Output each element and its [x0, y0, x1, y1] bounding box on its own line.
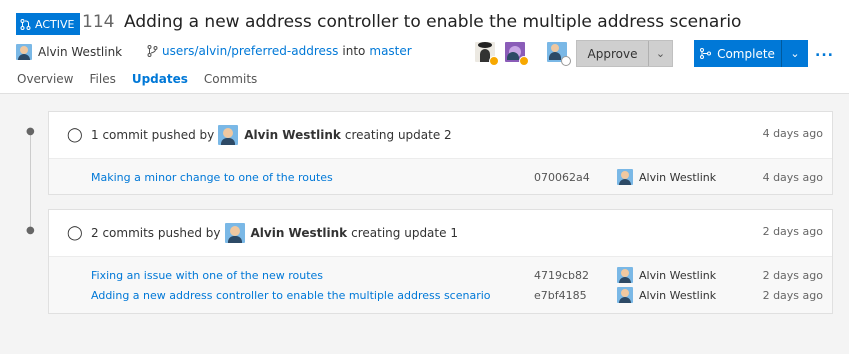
pr-number: 114 — [82, 12, 115, 32]
commit-author: Alvin Westlink — [617, 169, 716, 185]
author-name: Alvin Westlink — [38, 45, 123, 59]
update-summary-prefix: 2 commits pushed by — [91, 226, 221, 240]
commit-author-name: Alvin Westlink — [639, 170, 717, 184]
update-header: ◯ 2 commits pushed by Alvin Westlink cre… — [49, 210, 832, 256]
reviewer-2[interactable] — [505, 42, 529, 66]
update-summary-suffix: creating update 2 — [344, 128, 452, 142]
tab-commits[interactable]: Commits — [204, 72, 257, 94]
source-branch-link[interactable]: users/alvin/preferred-address — [162, 44, 338, 58]
chevron-down-icon: ⌄ — [790, 47, 800, 60]
pr-author[interactable]: Alvin Westlink — [16, 44, 122, 60]
commit-icon: ◯ — [67, 225, 83, 241]
commit-hash[interactable]: e7bf4185 — [534, 289, 587, 302]
reviewer-3[interactable] — [547, 42, 571, 66]
commit-row: Fixing an issue with one of the new rout… — [49, 265, 832, 285]
commit-message-link[interactable]: Fixing an issue with one of the new rout… — [91, 269, 323, 282]
pr-tabs: Overview Files Updates Commits — [17, 72, 273, 94]
commit-author: Alvin Westlink — [617, 267, 716, 283]
commit-author: Alvin Westlink — [617, 287, 716, 303]
avatar — [617, 169, 633, 185]
commit-message-link[interactable]: Making a minor change to one of the rout… — [91, 171, 333, 184]
no-vote-clock-icon — [561, 56, 571, 66]
commit-time: 2 days ago — [762, 269, 823, 282]
update-time: 4 days ago — [762, 127, 823, 140]
pr-header: ACTIVE 114 Adding a new address controll… — [0, 0, 849, 94]
timeline-commit-icon: ● — [26, 126, 35, 137]
update-summary-suffix: creating update 1 — [351, 226, 458, 240]
approve-button[interactable]: Approve — [577, 41, 649, 66]
waiting-clock-icon — [519, 56, 529, 66]
avatar — [16, 44, 32, 60]
commit-list: Fixing an issue with one of the new rout… — [49, 256, 832, 313]
commit-icon: ◯ — [67, 127, 83, 143]
approve-dropdown-button[interactable]: ⌄ — [649, 41, 672, 66]
commit-time: 4 days ago — [762, 171, 823, 184]
timeline-line — [30, 132, 31, 232]
tab-files[interactable]: Files — [90, 72, 116, 94]
avatar — [218, 125, 239, 145]
update-time: 2 days ago — [762, 225, 823, 238]
commit-row: Adding a new address controller to enabl… — [49, 285, 832, 305]
complete-dropdown-button[interactable]: ⌄ — [782, 40, 808, 67]
pr-title: Adding a new address controller to enabl… — [124, 12, 742, 32]
approve-button-group: Approve ⌄ — [576, 40, 673, 67]
avatar — [617, 267, 633, 283]
complete-button[interactable]: Complete — [694, 40, 782, 67]
branch-info: users/alvin/preferred-address into maste… — [147, 44, 412, 58]
tab-updates[interactable]: Updates — [132, 72, 188, 94]
pull-request-icon — [20, 18, 31, 30]
avatar — [224, 223, 245, 243]
update-header: ◯ 1 commit pushed by Alvin Westlink crea… — [49, 112, 832, 158]
complete-button-group: Complete ⌄ — [694, 40, 808, 67]
complete-label: Complete — [717, 46, 775, 61]
tab-overview[interactable]: Overview — [17, 72, 74, 94]
commit-message-link[interactable]: Adding a new address controller to enabl… — [91, 289, 491, 302]
status-badge: ACTIVE — [16, 13, 81, 35]
branch-icon — [147, 45, 158, 57]
reviewer-1[interactable] — [475, 42, 499, 66]
update-author[interactable]: Alvin Westlink — [244, 128, 341, 142]
avatar — [617, 287, 633, 303]
more-actions-button[interactable]: ... — [815, 44, 834, 60]
status-label: ACTIVE — [35, 17, 75, 31]
commit-row: Making a minor change to one of the rout… — [49, 167, 832, 187]
update-card: ◯ 1 commit pushed by Alvin Westlink crea… — [48, 111, 833, 195]
target-branch-link[interactable]: master — [369, 44, 411, 58]
commit-list: Making a minor change to one of the rout… — [49, 158, 832, 194]
chevron-down-icon: ⌄ — [655, 47, 666, 60]
commit-author-name: Alvin Westlink — [639, 268, 717, 282]
update-card: ◯ 2 commits pushed by Alvin Westlink cre… — [48, 209, 833, 314]
into-label: into — [342, 44, 366, 58]
merge-icon — [700, 48, 712, 59]
commit-hash[interactable]: 4719cb82 — [534, 269, 589, 282]
commit-hash[interactable]: 070062a4 — [534, 171, 590, 184]
waiting-clock-icon — [489, 56, 499, 66]
commit-time: 2 days ago — [762, 289, 823, 302]
timeline-commit-icon: ● — [26, 225, 35, 236]
update-summary-prefix: 1 commit pushed by — [91, 128, 215, 142]
commit-author-name: Alvin Westlink — [639, 288, 717, 302]
update-author[interactable]: Alvin Westlink — [251, 226, 348, 240]
